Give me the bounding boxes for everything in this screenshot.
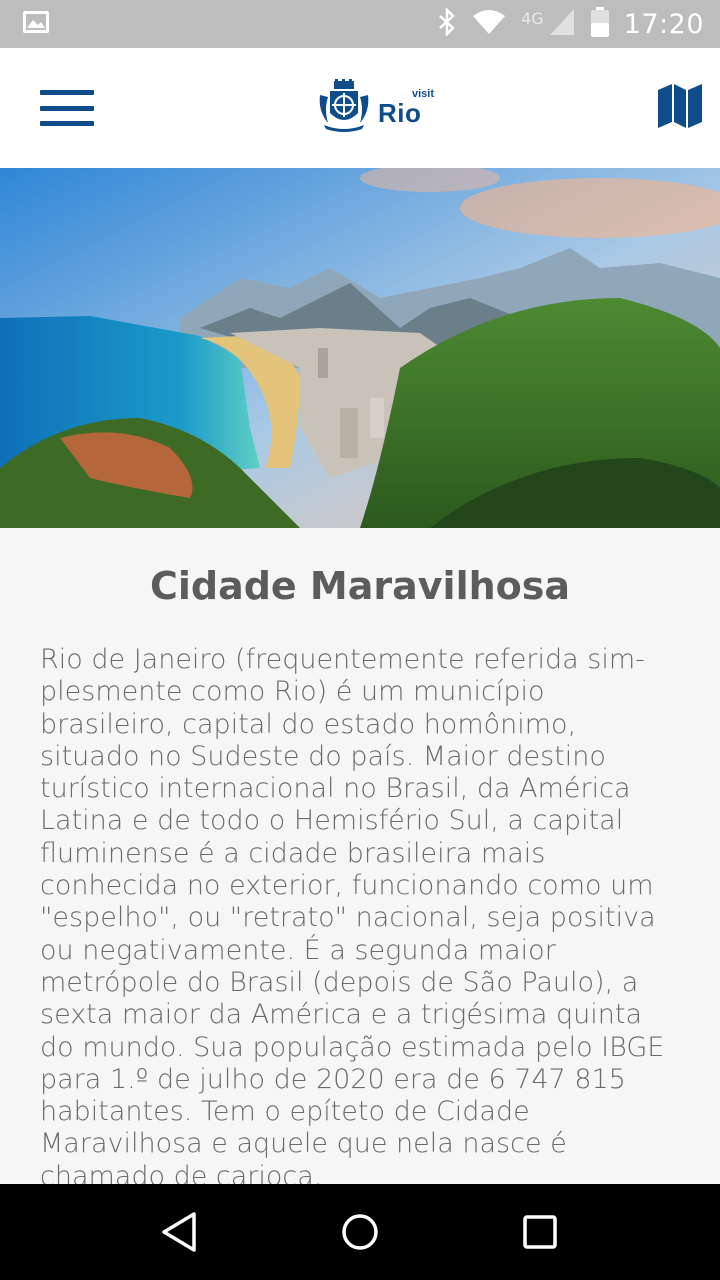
map-icon[interactable] (656, 82, 704, 135)
status-bar: 4G 17:20 (0, 0, 720, 48)
article-body: Rio de Janeiro (frequentemente referida … (40, 644, 665, 1192)
brand-text: visit Rio (378, 88, 434, 129)
article-title: Cidade Maravilhosa (149, 564, 571, 608)
home-icon[interactable] (330, 1202, 390, 1262)
bluetooth-icon (437, 6, 457, 41)
hamburger-menu-icon[interactable] (40, 88, 94, 128)
wifi-icon (471, 8, 507, 41)
status-left (22, 10, 50, 39)
brand-name-label: Rio (378, 98, 422, 128)
city-coat-of-arms-icon (316, 79, 372, 140)
system-navigation-bar (0, 1184, 720, 1280)
image-icon (22, 10, 50, 39)
brand-visit-label: visit (412, 88, 435, 100)
article-content: Cidade Maravilhosa Rio de Janeiro (frequ… (0, 528, 720, 1192)
back-icon[interactable] (150, 1202, 210, 1262)
app-bar: visit Rio (0, 48, 720, 168)
clock: 17:20 (623, 8, 704, 40)
recents-icon[interactable] (510, 1202, 570, 1262)
battery-icon (590, 6, 610, 43)
signal-icon (548, 7, 576, 42)
status-right: 4G 17:20 (437, 6, 704, 43)
network-type-label: 4G (521, 8, 544, 28)
hero-image-rio-landscape (0, 168, 720, 528)
visit-rio-logo: visit Rio (316, 79, 434, 140)
